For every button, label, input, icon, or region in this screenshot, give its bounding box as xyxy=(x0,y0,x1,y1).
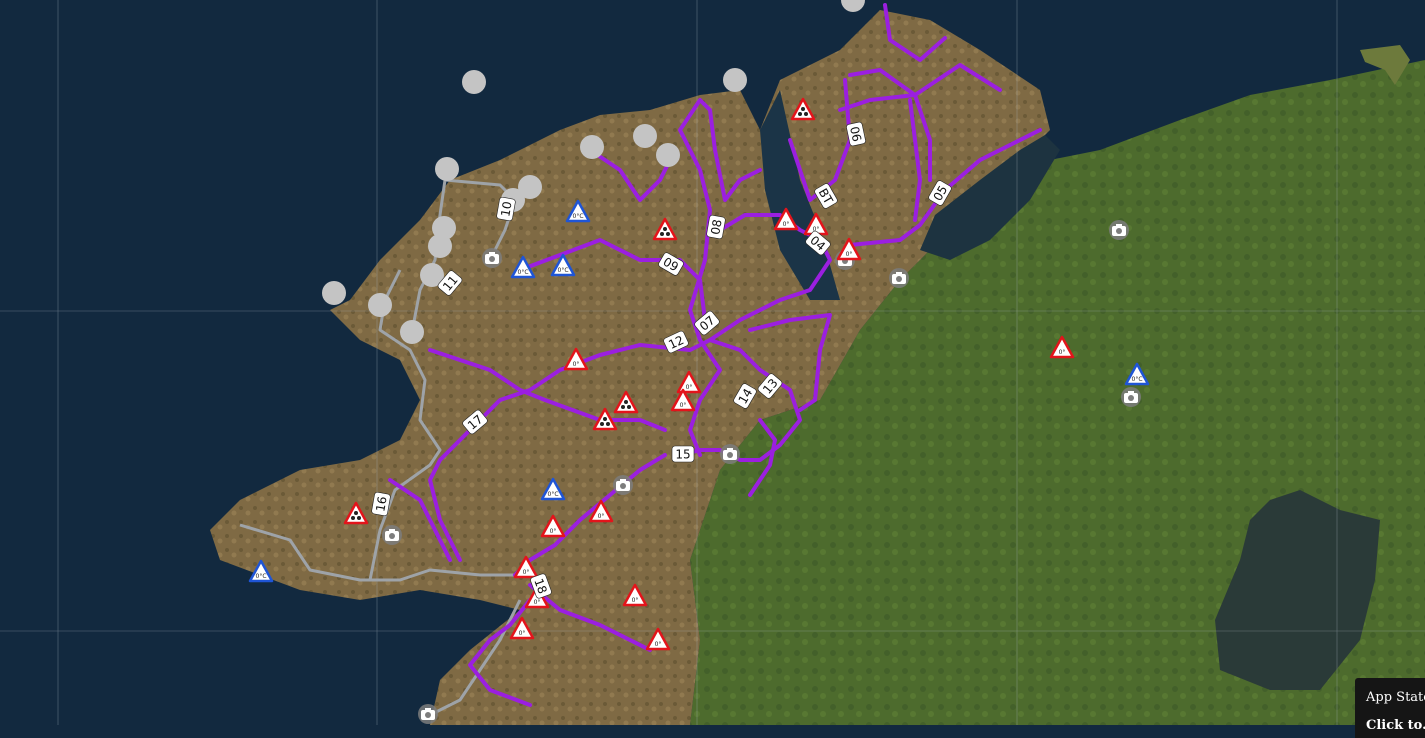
camera-icon[interactable] xyxy=(418,704,438,724)
route-label: 10 xyxy=(496,196,516,222)
svg-text:0°: 0° xyxy=(1059,349,1066,356)
svg-text:0°: 0° xyxy=(550,528,557,535)
svg-text:0°: 0° xyxy=(523,569,530,576)
svg-text:0°: 0° xyxy=(534,599,541,606)
svg-text:0°: 0° xyxy=(598,513,605,520)
svg-text:0°: 0° xyxy=(783,221,790,228)
weather-station-marker[interactable] xyxy=(656,143,680,167)
weather-station-marker[interactable] xyxy=(322,281,346,305)
svg-text:0°: 0° xyxy=(680,402,687,409)
route-label: 16 xyxy=(371,491,391,517)
route-label-text: 16 xyxy=(373,495,389,512)
weather-station-marker[interactable] xyxy=(462,70,486,94)
camera-icon[interactable] xyxy=(382,525,402,545)
svg-text:0°: 0° xyxy=(655,641,662,648)
camera-icon[interactable] xyxy=(1121,387,1141,407)
camera-icon[interactable] xyxy=(482,248,502,268)
weather-station-marker[interactable] xyxy=(580,135,604,159)
svg-text:0°C: 0°C xyxy=(572,213,583,220)
svg-text:0°C: 0°C xyxy=(547,491,558,498)
app-state-title: App State xyxy=(1366,690,1425,705)
app-state-hint[interactable]: Click to... xyxy=(1366,718,1425,733)
map-canvas[interactable]: 0°0°0°0°0°0°0°0°0°0°0°0°0°0°0°C0°C 0°C0°C… xyxy=(0,0,1425,725)
route-label: 08 xyxy=(706,214,726,240)
weather-station-marker[interactable] xyxy=(428,234,452,258)
camera-icon[interactable] xyxy=(720,444,740,464)
svg-text:0°: 0° xyxy=(632,597,639,604)
camera-icon[interactable] xyxy=(889,268,909,288)
svg-text:0°: 0° xyxy=(573,361,580,368)
route-label-text: 08 xyxy=(708,218,724,235)
svg-text:0°: 0° xyxy=(519,630,526,637)
svg-text:0°: 0° xyxy=(686,384,693,391)
app-state-panel[interactable]: App State Click to... xyxy=(1355,678,1425,738)
weather-station-marker[interactable] xyxy=(633,124,657,148)
weather-station-marker[interactable] xyxy=(435,157,459,181)
camera-icon[interactable] xyxy=(1109,220,1129,240)
svg-text:0°C: 0°C xyxy=(255,573,266,580)
camera-icon[interactable] xyxy=(613,475,633,495)
route-label-text: 10 xyxy=(498,200,514,217)
svg-text:0°C: 0°C xyxy=(1131,376,1142,383)
svg-text:0°C: 0°C xyxy=(557,267,568,274)
svg-text:0°C: 0°C xyxy=(517,269,528,276)
svg-text:0°: 0° xyxy=(846,251,853,258)
weather-station-marker[interactable] xyxy=(723,68,747,92)
route-label-text: 15 xyxy=(675,448,690,462)
weather-station-marker[interactable] xyxy=(400,320,424,344)
weather-station-marker[interactable] xyxy=(368,293,392,317)
route-label: 15 xyxy=(671,445,695,463)
